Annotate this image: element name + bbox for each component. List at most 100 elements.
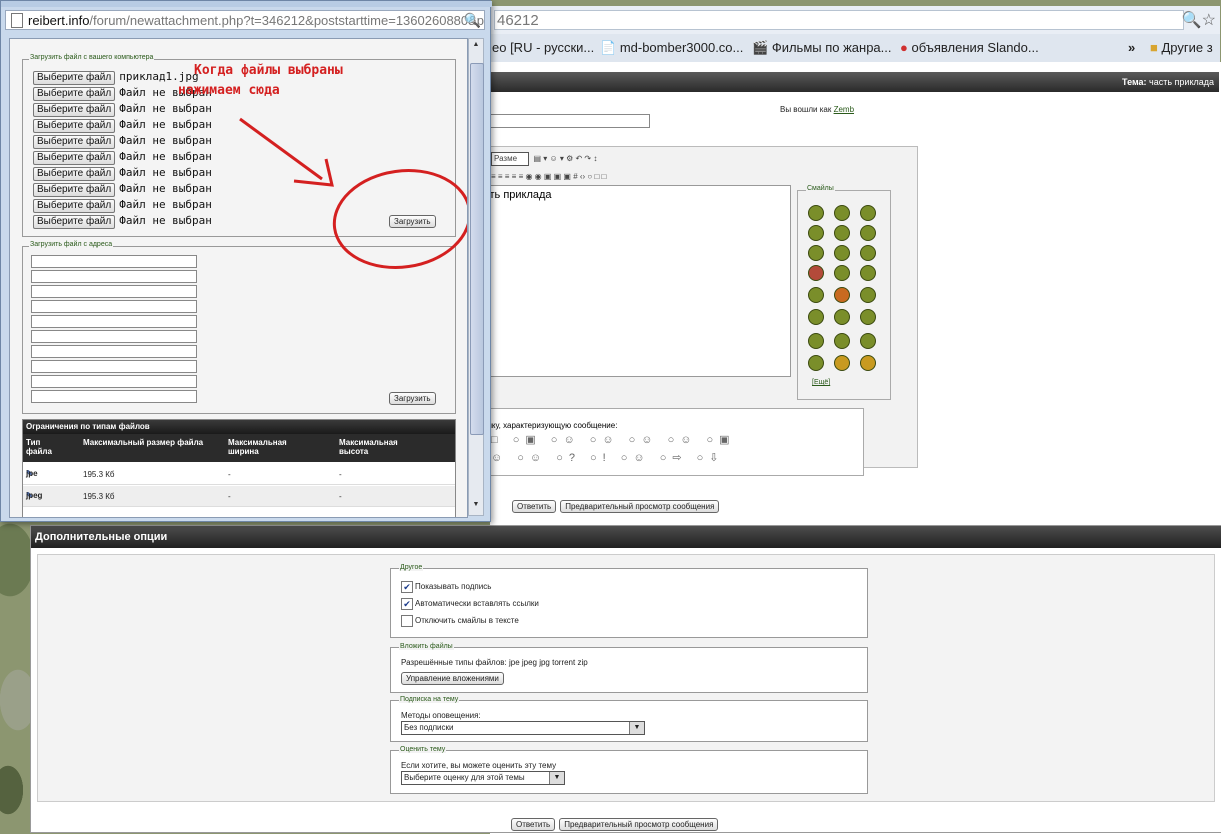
smiley-icon[interactable] <box>834 225 850 241</box>
smiley-icon[interactable] <box>808 265 824 281</box>
bookmark-item[interactable]: 📄 md-bomber3000.co... <box>600 40 743 56</box>
popup-titlebar[interactable] <box>1 1 492 7</box>
page-icon <box>11 13 23 28</box>
message-textarea[interactable]: сть приклада <box>481 185 791 377</box>
additional-options-header: Дополнительные опции <box>31 526 1221 548</box>
notify-value: Без подписки <box>404 723 454 732</box>
search-icon[interactable]: 🔍 <box>464 11 481 29</box>
reply-buttons-top: Ответить Предварительный просмотр сообщен… <box>512 496 723 514</box>
smiley-icon[interactable] <box>834 265 850 281</box>
bookmark-item[interactable]: eo [RU - русски... <box>492 40 594 55</box>
smiley-icon[interactable] <box>860 245 876 261</box>
bookmark-label: md-bomber3000.co... <box>619 40 744 55</box>
other-fieldset: Другое ✔ Показывать подпись ✔ Автоматическ… <box>390 564 868 638</box>
bookmark-folder[interactable]: ■ Другие з <box>1150 40 1213 55</box>
rate-value: Выберите оценку для этой темы <box>404 773 525 782</box>
post-icon-prompt: онку, характеризующую сообщение: <box>483 421 618 430</box>
post-icon-radios-row2[interactable]: ☺ ○☺ ○? ○! ○☺ ○⇨ ○⇩ <box>491 451 725 464</box>
bookmark-label: объявления Slando... <box>911 40 1039 55</box>
auto-links-label: Автоматически вставлять ссылки <box>415 599 539 609</box>
reply-buttons-bottom: Ответить Предварительный просмотр сообщен… <box>511 814 722 832</box>
scroll-down-icon[interactable]: ▼ <box>470 501 482 513</box>
bookmark-item[interactable]: ● объявления Slando... <box>900 40 1039 55</box>
font-size-label: Разме <box>494 154 518 163</box>
additional-options-title: Дополнительные опции <box>35 531 168 543</box>
rate-fieldset: Оценить тему Если хотите, вы можете оцен… <box>390 746 868 794</box>
bookmark-item[interactable]: 🎬 Фильмы по жанра... <box>752 40 892 56</box>
smiley-icon[interactable] <box>860 333 876 349</box>
smiley-icon[interactable] <box>808 225 824 241</box>
smiley-icon[interactable] <box>808 287 824 303</box>
popup-url-host: reibert.info <box>28 13 90 28</box>
smiley-icon[interactable] <box>834 287 850 303</box>
font-size-select[interactable]: Разме <box>491 152 529 166</box>
more-bookmarks-chevron[interactable]: » <box>1128 40 1135 55</box>
smiley-icon[interactable] <box>834 333 850 349</box>
annotation-circle <box>332 169 467 269</box>
reply-button[interactable]: Ответить <box>511 818 556 831</box>
topic-value: часть приклада <box>1149 77 1214 87</box>
subscribe-fieldset: Подписка на тему Методы оповещения: Без … <box>390 696 868 742</box>
smiley-icon[interactable] <box>808 205 824 221</box>
notify-select[interactable]: Без подписки ▼ <box>401 721 645 735</box>
more-smilies-link[interactable]: [Ещё] <box>812 379 830 386</box>
topic-label: Тема: <box>1122 77 1147 87</box>
notify-label: Методы оповещения: <box>401 711 481 720</box>
address-bar-area: 46212 🔍☆ <box>490 6 1220 35</box>
scroll-thumb[interactable] <box>470 63 484 435</box>
annotation-arrow-circle <box>239 117 467 269</box>
preview-button[interactable]: Предварительный просмотр сообщения <box>560 500 720 513</box>
smilies-legend: Смайлы <box>806 185 835 192</box>
annotation-arrow-line <box>239 117 323 181</box>
preview-button[interactable]: Предварительный просмотр сообщения <box>559 818 719 831</box>
login-user-link[interactable]: Zemb <box>834 105 854 114</box>
bookmarks-bar: eo [RU - русски... 📄 md-bomber3000.co...… <box>490 34 1220 63</box>
disable-smilies-checkbox[interactable] <box>401 615 413 627</box>
manage-attachments-button[interactable]: Управление вложениями <box>401 672 504 685</box>
smiley-icon[interactable] <box>834 245 850 261</box>
allowed-types-text: Разрешённые типы файлов: jpe jpeg jpg to… <box>401 658 588 667</box>
subscribe-legend: Подписка на тему <box>399 696 460 703</box>
bookmark-label: Другие з <box>1161 40 1213 55</box>
rate-legend: Оценить тему <box>399 746 447 753</box>
scroll-up-icon[interactable]: ▲ <box>470 41 482 53</box>
other-legend: Другое <box>399 564 424 571</box>
reply-button[interactable]: Ответить <box>512 500 557 513</box>
smiley-icon[interactable] <box>834 205 850 221</box>
popup-address-bar[interactable]: reibert.info/forum/newattachment.php?t=3… <box>5 10 485 30</box>
show-signature-checkbox[interactable]: ✔ <box>401 581 413 593</box>
popup-content: Загрузить файл с вашего компьютера Выбер… <box>9 38 468 518</box>
login-prefix: Вы вошли как <box>780 105 832 114</box>
dropdown-arrow-icon: ▼ <box>629 722 644 734</box>
smiley-icon[interactable] <box>808 333 824 349</box>
smiley-icon[interactable] <box>860 309 876 325</box>
subject-input[interactable]: a <box>480 114 650 128</box>
additional-options-panel: Дополнительные опции Другое ✔ Показывать … <box>30 525 1221 833</box>
dropdown-arrow-icon: ▼ <box>549 772 564 784</box>
additional-options-body: Другое ✔ Показывать подпись ✔ Автоматическ… <box>37 554 1215 802</box>
show-signature-label: Показывать подпись <box>415 582 492 592</box>
auto-links-checkbox[interactable]: ✔ <box>401 598 413 610</box>
popup-scrollbar[interactable]: ▲ ▼ <box>468 38 484 516</box>
smiley-icon[interactable] <box>834 355 850 371</box>
smiley-icon[interactable] <box>860 355 876 371</box>
editor-format-icons[interactable]: ≡ ≡ ≡ ≡ ≡ ◉ ◉ ▣ ▣ ▣ # ‹› ○ □ □ <box>491 172 606 181</box>
post-icon-radios-row1[interactable]: □ ○▣ ○☺ ○☺ ○☺ ○☺ ○▣ <box>491 433 736 446</box>
smiley-icon[interactable] <box>860 205 876 221</box>
smiley-icon[interactable] <box>808 245 824 261</box>
rate-select[interactable]: Выберите оценку для этой темы ▼ <box>401 771 565 785</box>
smiley-icon[interactable] <box>808 309 824 325</box>
zoom-star-icons[interactable]: 🔍☆ <box>1182 10 1216 30</box>
smiley-icon[interactable] <box>860 225 876 241</box>
attach-legend: Вложить файлы <box>399 643 454 650</box>
smiley-icon[interactable] <box>808 355 824 371</box>
smiley-icon[interactable] <box>860 265 876 281</box>
editor-toolbar[interactable]: Разме ▤ ▾ ☺ ▾ ⚙ ↶ ↷ ↕ ≡ ≡ ≡ ≡ ≡ ◉ ◉ ▣ ▣ … <box>491 152 606 181</box>
folder-icon: ■ <box>1150 40 1158 55</box>
smiley-icon[interactable] <box>860 287 876 303</box>
bookmark-label: Фильмы по жанра... <box>771 40 892 55</box>
address-input[interactable]: 46212 <box>494 10 1184 30</box>
smiley-icon[interactable] <box>834 309 850 325</box>
login-info: Вы вошли как Zemb <box>780 105 854 114</box>
attachment-popup-window: reibert.info/forum/newattachment.php?t=3… <box>0 0 492 522</box>
